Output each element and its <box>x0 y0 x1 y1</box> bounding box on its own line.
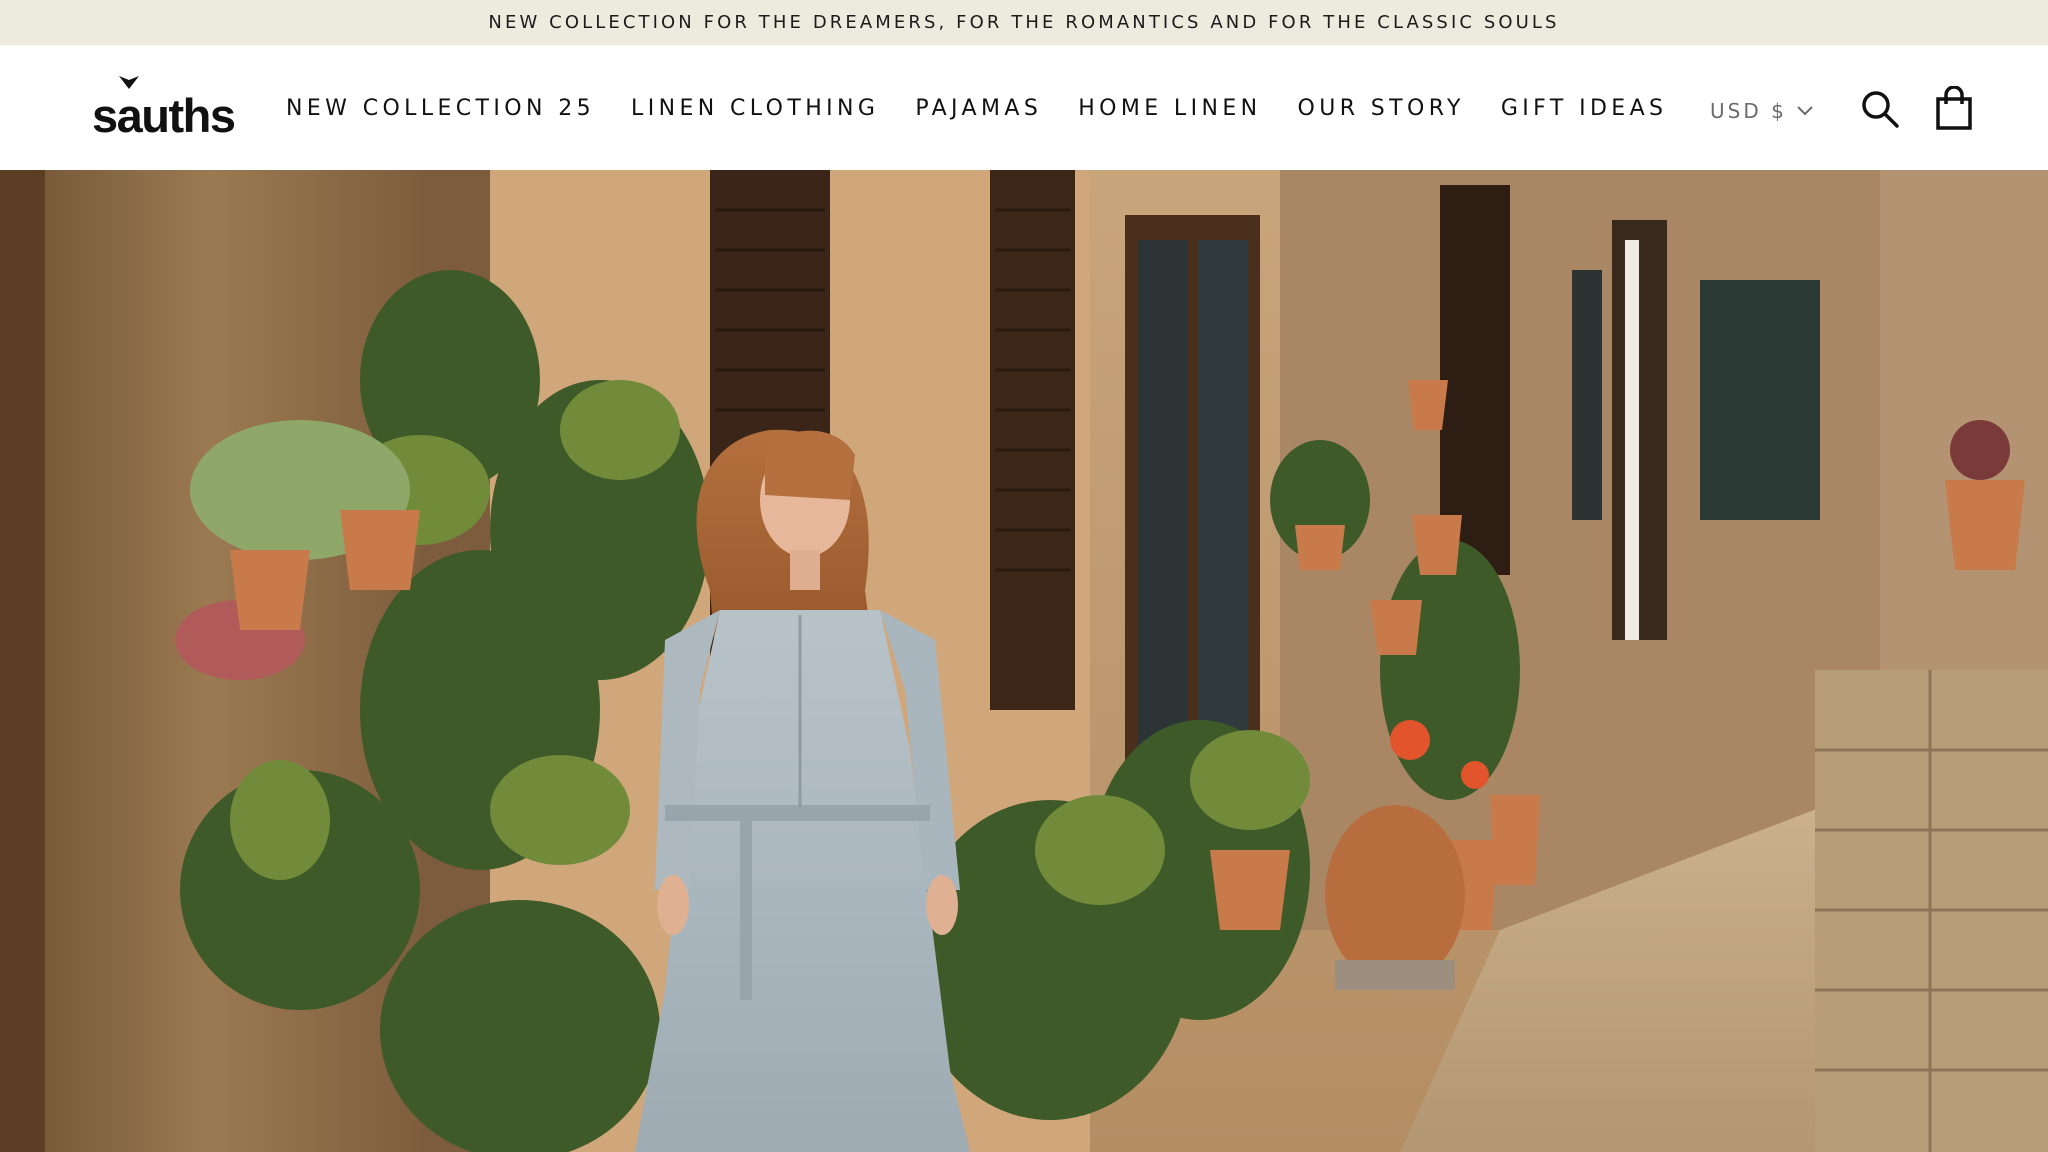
hero-photo-illustration <box>0 170 2048 1152</box>
chevron-down-icon <box>1797 106 1813 116</box>
logo-accent-letter: a <box>117 76 143 139</box>
currency-selector[interactable]: USD $ <box>1710 96 1813 126</box>
nav-our-story[interactable]: OUR STORY <box>1297 96 1464 121</box>
main-navigation: NEW COLLECTION 25 LINEN CLOTHING PAJAMAS… <box>286 90 1703 126</box>
nav-new-collection-25[interactable]: NEW COLLECTION 25 <box>286 96 595 121</box>
search-icon <box>1862 91 1899 128</box>
nav-pajamas[interactable]: PAJAMAS <box>915 96 1042 121</box>
search-button[interactable] <box>1860 89 1900 129</box>
brand-logo[interactable]: s a uths <box>92 76 236 142</box>
logo-text-end: uths <box>141 89 236 142</box>
logo-mark-icon <box>118 76 139 89</box>
cart-button[interactable] <box>1934 85 1974 130</box>
hero-image[interactable] <box>0 170 2048 1152</box>
announcement-bar: NEW COLLECTION FOR THE DREAMERS, FOR THE… <box>0 0 2048 45</box>
nav-linen-clothing[interactable]: LINEN CLOTHING <box>631 96 879 121</box>
site-header: s a uths NEW COLLECTION 25 LINEN CLOTHING … <box>0 45 2048 170</box>
logo-text-start: s <box>92 89 118 142</box>
announcement-text: NEW COLLECTION FOR THE DREAMERS, FOR THE… <box>488 12 1560 33</box>
nav-gift-ideas[interactable]: GIFT IDEAS <box>1501 96 1668 121</box>
nav-home-linen[interactable]: HOME LINEN <box>1078 96 1261 121</box>
currency-label: USD $ <box>1710 99 1787 123</box>
shopping-bag-icon <box>1936 85 1972 130</box>
